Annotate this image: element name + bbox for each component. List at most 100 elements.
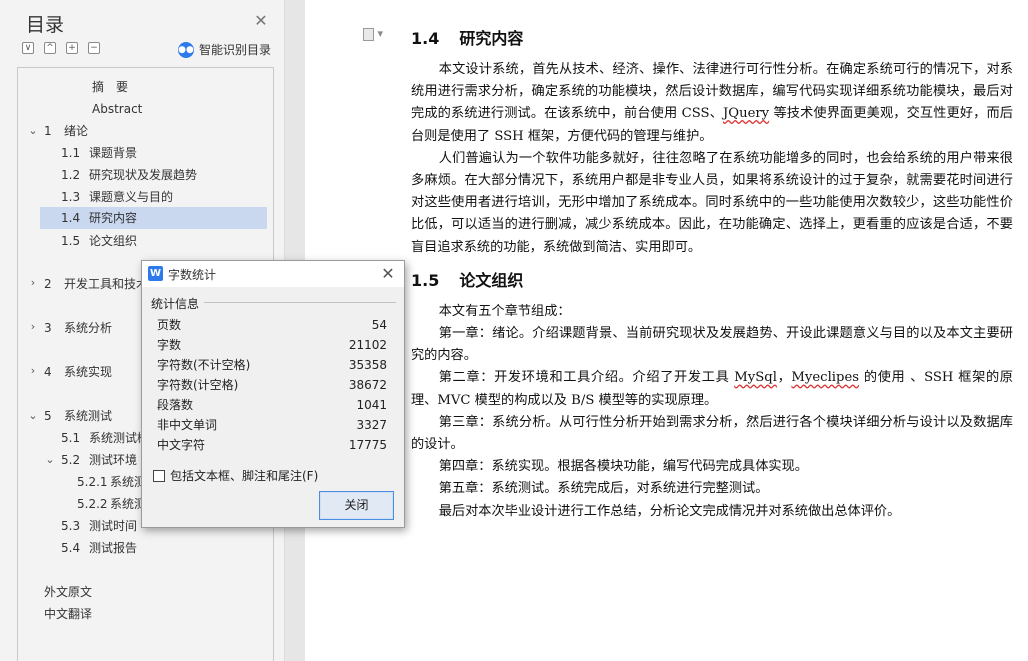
stat-label: 中文字符 (157, 438, 206, 452)
stat-value: 54 (371, 318, 387, 332)
stat-label: 字符数(不计空格) (157, 358, 251, 372)
close-icon[interactable]: ✕ (254, 12, 268, 30)
toc-item-5-2-1[interactable]: 5.2.1 系统测 (77, 471, 146, 493)
toc-item-label: 课题背景 (89, 146, 138, 160)
checkbox-box[interactable] (153, 469, 165, 482)
smart-toc-icon: ●● (178, 41, 194, 58)
toc-item-num: 1.1 (61, 146, 81, 160)
stats-section-label: 统计信息 (151, 297, 200, 311)
chevron-right-icon[interactable]: › (28, 364, 38, 377)
section-title: 研究内容 (459, 29, 524, 48)
toc-item-5-4[interactable]: 5.4 测试报告 (61, 537, 137, 559)
smart-toc-label: 智能识别目录 (199, 43, 272, 57)
toc-item-ch2[interactable]: 2 开发工具和技术 (44, 273, 148, 295)
chevron-down-icon[interactable]: ⌄ (28, 124, 38, 137)
toc-item-label: Abstract (92, 102, 143, 116)
chevron-right-icon[interactable]: › (28, 276, 38, 289)
toc-item-chinese-translation[interactable]: 中文翻译 (44, 603, 92, 625)
toc-item-ch4[interactable]: 4 系统实现 (44, 361, 112, 383)
toc-item-num: 4 (44, 365, 52, 379)
toc-item-num: 5 (44, 409, 52, 423)
toc-item-5-2[interactable]: 5.2 测试环境 (61, 449, 137, 471)
toc-item-1-2[interactable]: 1.2 研究现状及发展趋势 (61, 164, 197, 186)
toc-item-5-2-2[interactable]: 5.2.2 系统测 (77, 493, 146, 515)
word-count-dialog: W 字数统计 ✕ 统计信息 页数 54 字数 21102 字符数(不计空格) 3535… (141, 260, 405, 528)
toc-item-1-1[interactable]: 1.1 课题背景 (61, 142, 137, 164)
collapse-all-button[interactable]: ∨ (22, 42, 34, 54)
paragraph: 第五章：系统测试。系统完成后，对系统进行完整测试。 (438, 481, 769, 497)
chevron-down-icon[interactable]: ⌄ (28, 409, 38, 422)
paragraph: 本文有五个章节组成： (438, 303, 571, 319)
toc-item-5-3[interactable]: 5.3 测试时间 (61, 515, 137, 537)
stat-row-chars-with-spaces: 字符数(计空格) 38672 (157, 375, 387, 395)
toc-item-num: 1.2 (61, 168, 81, 182)
toc-item-ch1[interactable]: 1 绪论 (44, 120, 88, 142)
paragraph: 第三章：系统分析。从可行性分析开始到需求分析，然后进行各个模块详细分析与设计以及… (411, 414, 1013, 453)
toc-item-num: 5.3 (61, 519, 81, 533)
smart-toc-button[interactable]: ●● 智能识别目录 (178, 41, 271, 58)
toc-item-label: 系统测试 (64, 409, 113, 423)
stat-value: 38672 (348, 378, 387, 392)
paragraph: 第二章：开发环境和工具介绍。介绍了开发工具 MySql，Myeclipes 的使… (411, 367, 1013, 411)
toc-item-label: 研究内容 (89, 211, 138, 225)
toc-item-label: 系统测试概 (89, 431, 150, 445)
toc-item-1-5[interactable]: 1.5 论文组织 (61, 230, 137, 252)
stat-row-chars-no-spaces: 字符数(不计空格) 35358 (157, 355, 387, 375)
wps-writer-icon: W (148, 266, 163, 281)
stat-value: 3327 (356, 418, 387, 432)
collapse-level-button[interactable]: − (88, 42, 100, 54)
include-textboxes-checkbox[interactable]: 包括文本框、脚注和尾注(F) (153, 467, 318, 484)
checkbox-label: 包括文本框、脚注和尾注(F) (170, 469, 319, 483)
document-menu-icon[interactable]: ▾ (363, 27, 383, 41)
toc-item-1-3[interactable]: 1.3 课题意义与目的 (61, 186, 173, 208)
stat-row-chinese-chars: 中文字符 17775 (157, 435, 387, 455)
paragraph-text: 第二章：开发环境和工具介绍。介绍了开发工具 (438, 370, 735, 386)
stat-value: 17775 (348, 438, 387, 452)
stat-row-words: 字数 21102 (157, 335, 387, 355)
chevron-down-icon[interactable]: ⌄ (45, 453, 55, 466)
dialog-title: 字数统计 (168, 268, 217, 282)
toc-item-label: 测试时间 (89, 519, 138, 533)
toc-item-ch3[interactable]: 3 系统分析 (44, 317, 112, 339)
close-button[interactable]: 关闭 (319, 491, 394, 520)
document-page[interactable]: ▾ 1.4 研究内容 本文设计系统，首先从技术、经济、操作、法律进行可行性分析。在… (305, 0, 1028, 661)
toc-item-abstract-en[interactable]: Abstract (92, 98, 142, 120)
paragraph: 第一章：绪论。介绍课题背景、当前研究现状及发展趋势、开设此课题意义与目的以及本文… (411, 326, 1013, 364)
document-content: 1.4 研究内容 本文设计系统，首先从技术、经济、操作、法律进行可行性分析。在确定… (411, 25, 1013, 523)
chevron-right-icon[interactable]: › (28, 320, 38, 333)
stat-row-paragraphs: 段落数 1041 (157, 395, 387, 415)
paragraph: 本文设计系统，首先从技术、经济、操作、法律进行可行性分析。在确定系统可行的情况下… (411, 59, 1013, 148)
stat-row-pages: 页数 54 (157, 315, 387, 335)
stat-label: 非中文单词 (157, 418, 218, 432)
toc-item-num: 2 (44, 277, 52, 291)
toc-item-num: 1 (44, 124, 52, 138)
toc-item-ch5[interactable]: 5 系统测试 (44, 405, 112, 427)
toc-item-num: 5.4 (61, 541, 81, 555)
expand-all-button[interactable]: + (66, 42, 78, 54)
toc-item-num: 1.5 (61, 234, 81, 248)
toc-item-1-4[interactable]: 1.4 研究内容 (40, 207, 267, 229)
section-number: 1.5 (411, 270, 440, 290)
paragraph: 第四章：系统实现。根据各模块功能，编写代码完成具体实现。 (438, 459, 808, 475)
paragraph: 人们普遍认为一个软件功能多就好，往往忽略了在系统功能增多的同时，也会给系统的用户… (411, 150, 1013, 255)
toc-item-label: 系统分析 (64, 321, 113, 335)
stat-label: 字数 (157, 338, 182, 352)
toc-item-label: 测试环境 (89, 453, 138, 467)
toc-item-abstract-cn[interactable]: 摘 要 (92, 76, 128, 98)
toc-item-5-1[interactable]: 5.1 系统测试概 (61, 427, 149, 449)
section-number: 1.4 (411, 29, 440, 48)
expand-level-button[interactable]: ^ (44, 42, 56, 54)
stat-value: 21102 (348, 338, 387, 352)
stat-row-non-chinese-words: 非中文单词 3327 (157, 415, 387, 435)
stat-value: 1041 (356, 398, 387, 412)
close-icon[interactable]: ✕ (380, 264, 396, 283)
divider (204, 302, 396, 303)
toc-item-foreign-original[interactable]: 外文原文 (44, 581, 92, 603)
toc-item-num: 5.2.1 (77, 475, 108, 489)
section-title: 论文组织 (459, 270, 524, 290)
dialog-titlebar[interactable]: W 字数统计 ✕ (142, 261, 404, 287)
section-heading: 1.5 论文组织 (411, 267, 1013, 295)
spellcheck-word: MySql (734, 370, 777, 386)
toc-item-label: 外文原文 (44, 585, 93, 599)
spellcheck-word: JQuery (722, 106, 770, 122)
